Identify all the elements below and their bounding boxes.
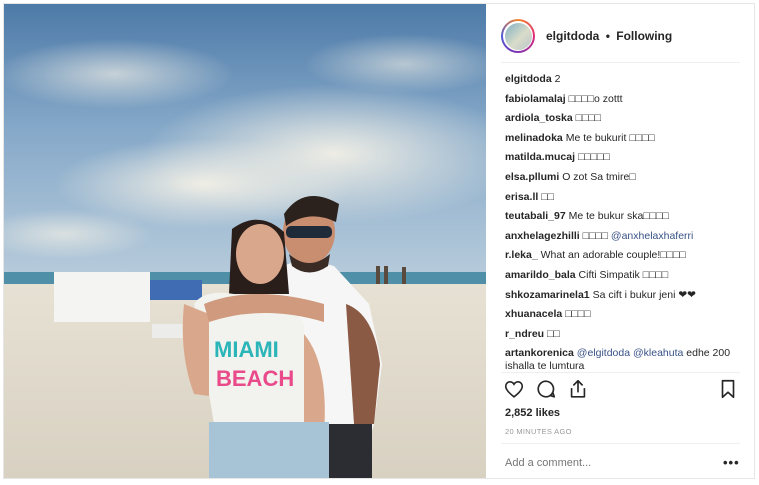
comment-text: □□□□□: [577, 151, 610, 164]
header-text: elgitdoda • Following: [546, 29, 672, 43]
comment: anxhelagezhilli □□□□ @anxhelaxhaferri: [505, 227, 745, 247]
comment-username[interactable]: teutabali_97: [505, 210, 566, 222]
shirt-text-miami: MIAMI: [214, 337, 279, 362]
comment-text: □□□□o zottt: [568, 92, 623, 105]
comment-username[interactable]: melinadoka: [505, 132, 563, 144]
bookmark-icon[interactable]: [717, 378, 739, 400]
avatar[interactable]: [501, 19, 535, 53]
comment-text: Cifti Simpatik □□□□: [578, 268, 669, 281]
shirt-text-beach: BEACH: [216, 366, 294, 391]
comment-mention[interactable]: @anxhelaxhaferri: [611, 230, 693, 242]
comment: amarildo_bala Cifti Simpatik □□□□: [505, 266, 745, 286]
caption: elgitdoda 2: [505, 70, 745, 90]
post-header: elgitdoda • Following: [501, 10, 740, 63]
comment-text: Me te bukurit □□□□: [565, 131, 655, 144]
likes-count[interactable]: 2,852 likes: [505, 407, 560, 419]
comment: elsa.pllumi O zot Sa tmire□: [505, 168, 745, 188]
comment-username[interactable]: anxhelagezhilli: [505, 230, 580, 242]
comment: fabiolamalaj □□□□o zottt: [505, 90, 745, 110]
comment-username[interactable]: ardiola_toska: [505, 112, 573, 124]
comment-text: Sa cift i bukur jeni ❤❤: [592, 288, 696, 301]
comment-mention[interactable]: @elgitdoda: [577, 347, 630, 359]
caption-username[interactable]: elgitdoda: [505, 73, 552, 85]
comment-username[interactable]: matilda.mucaj: [505, 151, 575, 163]
comment: teutabali_97 Me te bukur ska□□□□: [505, 207, 745, 227]
comment-username[interactable]: erisa.ll: [505, 191, 538, 203]
comment-text: O zot Sa tmire□: [562, 170, 636, 183]
comment: artankorenica @elgitdoda @kleahuta edhe …: [505, 344, 745, 372]
post-photo[interactable]: MIAMI BEACH: [4, 4, 486, 478]
comment-text: □□□□: [575, 112, 601, 125]
comment-mention[interactable]: @kleahuta: [633, 347, 683, 359]
beach-photo: MIAMI BEACH: [4, 4, 486, 478]
comment-username[interactable]: amarildo_bala: [505, 269, 576, 281]
comment-username[interactable]: elsa.pllumi: [505, 171, 559, 183]
action-bar: [503, 378, 739, 404]
comment-username[interactable]: shkozamarinela1: [505, 289, 590, 301]
more-options-icon[interactable]: •••: [723, 455, 740, 470]
comment: r.leka_ What an adorable couple!□□□□: [505, 246, 745, 266]
instagram-post: MIAMI BEACH elgitdoda • Following elgitd…: [3, 3, 755, 479]
comment-username[interactable]: xhuanacela: [505, 308, 562, 320]
divider: [501, 372, 740, 373]
comment-text: □□□□: [565, 308, 591, 321]
divider: [501, 443, 740, 444]
caption-text: 2: [554, 73, 561, 85]
comment: melinadoka Me te bukurit □□□□: [505, 129, 745, 149]
separator-dot: •: [605, 29, 610, 43]
comment-text: Me te bukur ska□□□□: [568, 210, 669, 223]
comment: ardiola_toska □□□□: [505, 109, 745, 129]
comment-text: □□□□: [582, 229, 608, 242]
following-button[interactable]: Following: [616, 29, 672, 43]
comment: r_ndreu □□: [505, 325, 745, 345]
comment: matilda.mucaj □□□□□: [505, 148, 745, 168]
comment-icon[interactable]: [535, 378, 557, 400]
comment-text: □□: [547, 327, 560, 340]
heart-icon[interactable]: [503, 378, 525, 400]
comment-username[interactable]: artankorenica: [505, 347, 574, 359]
post-timestamp[interactable]: 20 MINUTES AGO: [505, 427, 572, 436]
comment-username[interactable]: r_ndreu: [505, 328, 544, 340]
comment: shkozamarinela1 Sa cift i bukur jeni ❤❤: [505, 286, 745, 306]
comment-username[interactable]: r.leka_: [505, 249, 538, 261]
comment-text: □□: [541, 190, 554, 203]
share-icon[interactable]: [567, 378, 589, 400]
comment-text: What an adorable couple!□□□□: [540, 249, 686, 262]
add-comment-input[interactable]: [505, 452, 715, 474]
comment: erisa.ll □□: [505, 188, 745, 208]
username-link[interactable]: elgitdoda: [546, 29, 599, 43]
comment-username[interactable]: fabiolamalaj: [505, 93, 566, 105]
comment: xhuanacela □□□□: [505, 305, 745, 325]
post-side-panel: elgitdoda • Following elgitdoda 2 fabiol…: [487, 4, 754, 478]
comments-list[interactable]: elgitdoda 2 fabiolamalaj □□□□o zottt ard…: [505, 70, 745, 372]
